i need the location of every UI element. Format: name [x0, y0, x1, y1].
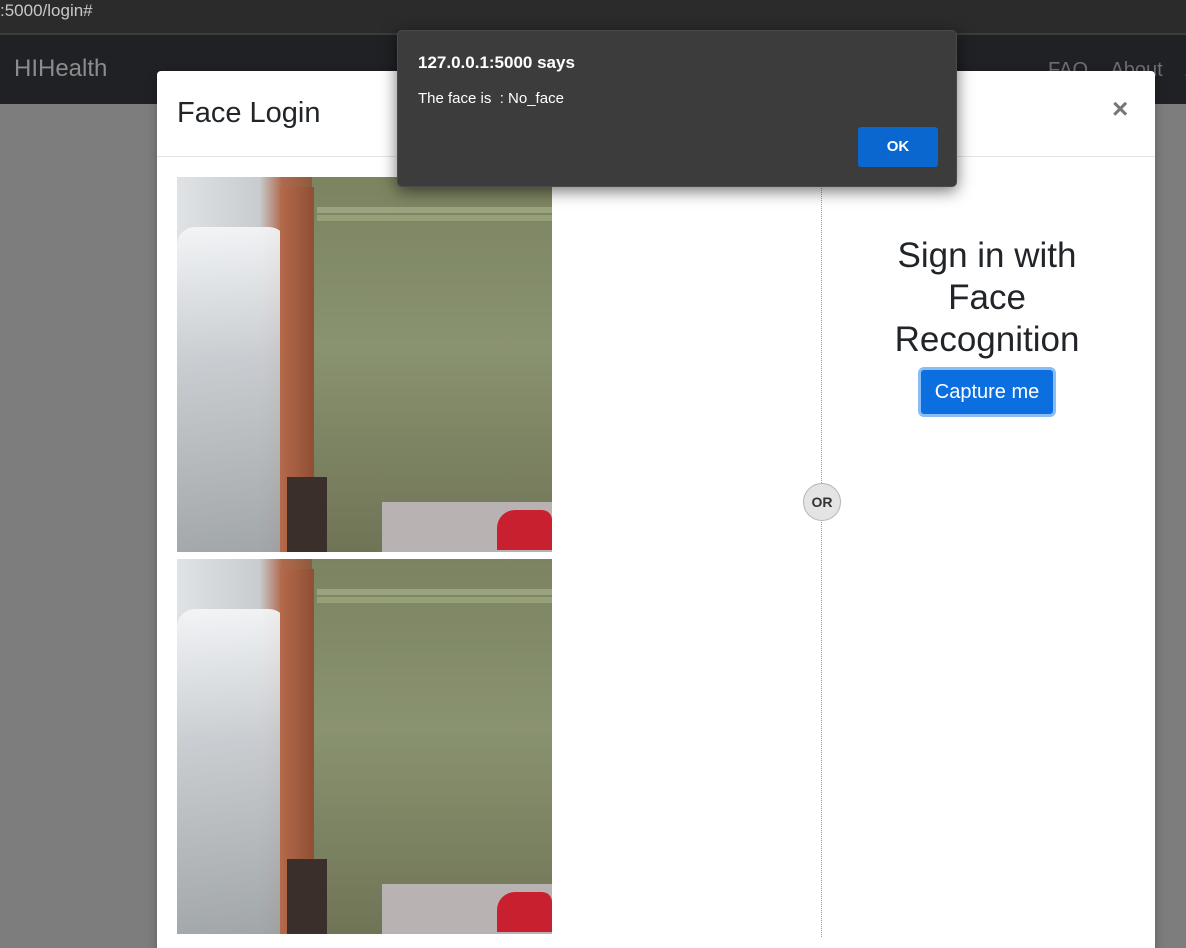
page: :5000/login# HIHealth FAQ About A Face L…	[0, 0, 1186, 948]
signin-heading: Sign in with Face Recognition	[894, 236, 1080, 359]
face-login-modal: Face Login × OR Sign in with Face Recogn…	[157, 71, 1155, 948]
webcam-video	[177, 177, 552, 552]
alert-ok-button[interactable]: OK	[858, 127, 938, 167]
brand-logo[interactable]: HIHealth	[14, 55, 107, 83]
modal-title: Face Login	[177, 97, 321, 129]
capture-me-button[interactable]: Capture me	[918, 367, 1056, 417]
or-badge: OR	[803, 483, 841, 521]
close-icon[interactable]: ×	[1112, 95, 1128, 123]
url-text: :5000/login#	[0, 1, 93, 20]
alert-title: 127.0.0.1:5000 says	[418, 53, 575, 72]
alert-message: The face is : No_face	[418, 90, 564, 107]
alert-dialog: 127.0.0.1:5000 says The face is : No_fac…	[397, 30, 957, 187]
vertical-divider	[821, 157, 822, 937]
captured-snapshot	[177, 559, 552, 934]
